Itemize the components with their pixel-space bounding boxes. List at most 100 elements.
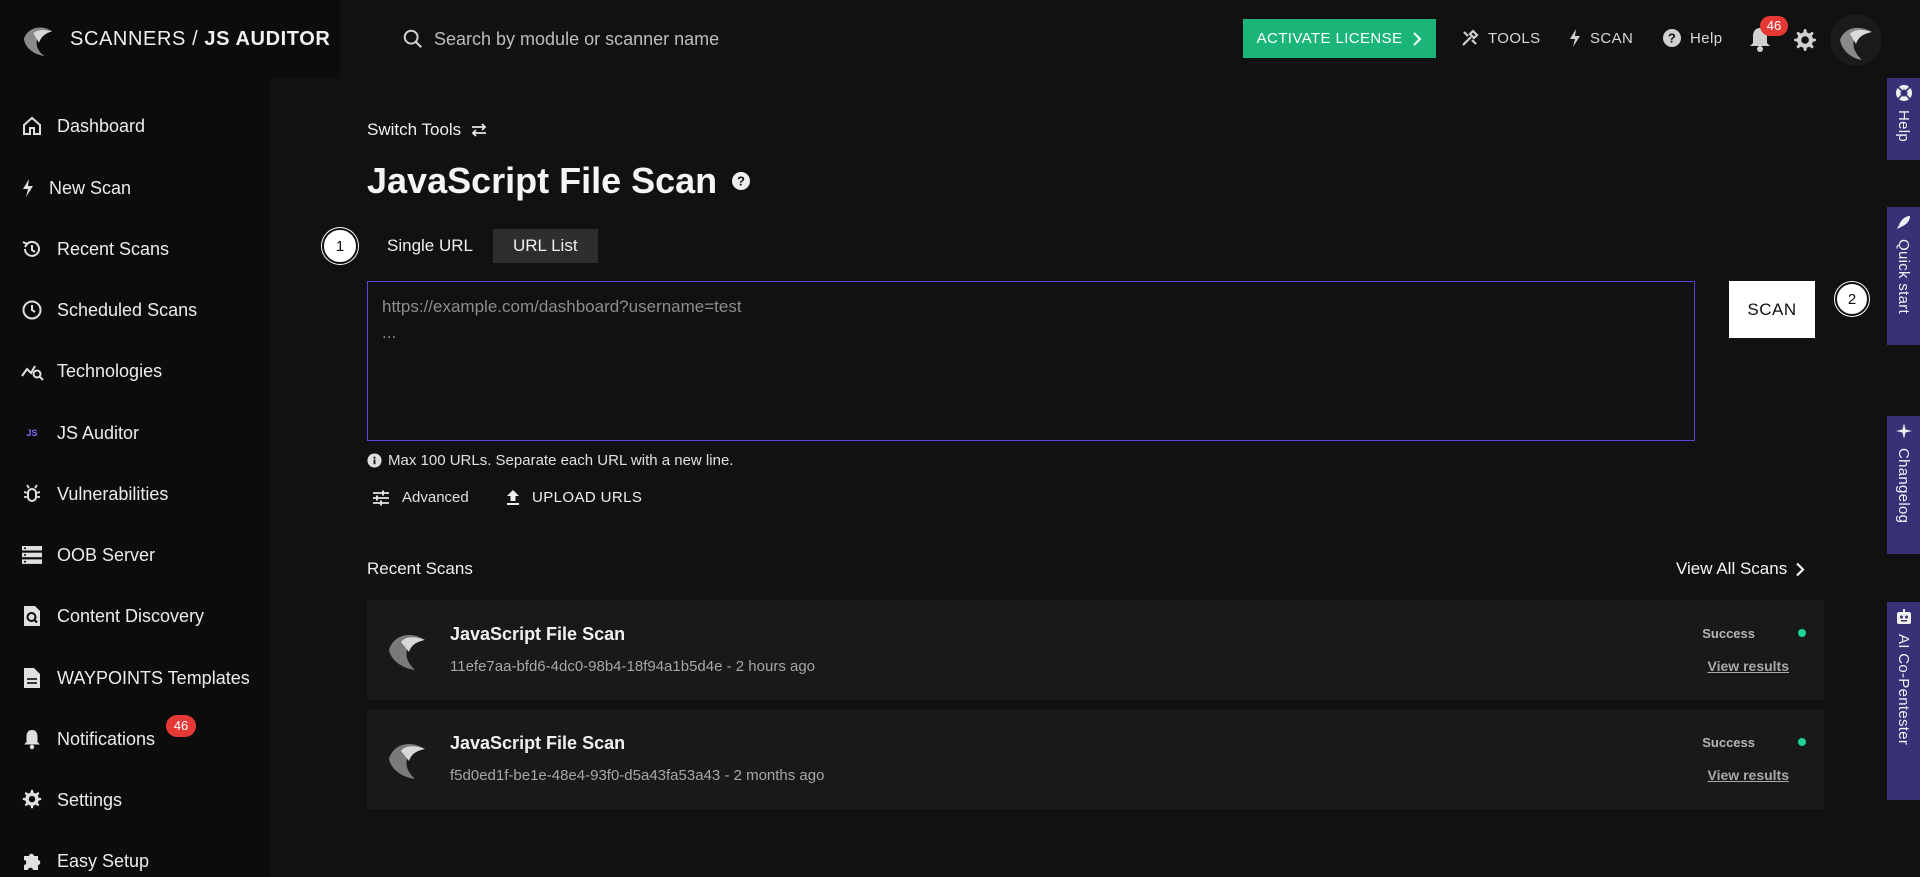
rail-changelog[interactable]: Changelog [1887, 416, 1920, 554]
sidebar-item-label: Scheduled Scans [57, 299, 198, 320]
clock-icon [20, 298, 44, 322]
view-all-scans-link[interactable]: View All Scans [1676, 559, 1805, 579]
history-icon [20, 237, 44, 261]
scan-menu[interactable]: SCAN [1568, 26, 1633, 50]
bird-avatar-icon [1840, 27, 1872, 60]
upload-urls-button[interactable]: UPLOAD URLS [506, 489, 642, 506]
bolt-icon [1570, 29, 1580, 47]
bird-logo-icon[interactable] [20, 20, 58, 58]
tools-icon [1462, 29, 1479, 46]
sidebar-item-js-auditor[interactable]: JS JS Auditor [0, 411, 270, 455]
sidebar-item-label: OOB Server [57, 544, 156, 565]
notification-count-badge: 46 [1760, 16, 1788, 36]
breadcrumb: SCANNERS / JS AUDITOR [70, 28, 330, 51]
sidebar-item-new-scan[interactable]: New Scan [0, 166, 270, 210]
server-icon [20, 543, 44, 567]
sidebar-item-label: Vulnerabilities [57, 483, 169, 504]
sidebar-item-easy-setup[interactable]: Easy Setup [0, 839, 270, 877]
scan-status: Success [1702, 626, 1755, 641]
rocket-icon [1896, 216, 1910, 229]
recent-scan-row[interactable]: JavaScript File Scan 11efe7aa-bfd6-4dc0-… [367, 600, 1824, 700]
chevron-right-icon [1413, 31, 1422, 46]
scan-id-time: 11efe7aa-bfd6-4dc0-98b4-18f94a1b5d4e - 2… [450, 658, 816, 675]
doc-search-icon [20, 604, 44, 628]
tools-menu[interactable]: TOOLS [1460, 26, 1541, 50]
status-dot [1798, 629, 1806, 637]
sidebar-item-notifications[interactable]: Notifications 46 [0, 715, 270, 761]
advanced-options-button[interactable]: Advanced [372, 489, 469, 506]
tab-single-url[interactable]: Single URL [367, 229, 493, 263]
chevron-right-icon [1796, 562, 1805, 576]
breadcrumb-root[interactable]: SCANNERS / [70, 28, 198, 50]
scan-title: JavaScript File Scan [450, 733, 626, 753]
view-results-link[interactable]: View results [1708, 658, 1789, 674]
sidebar-item-oob-server[interactable]: OOB Server [0, 533, 270, 577]
bolt-icon [20, 176, 36, 200]
sidebar-item-label: Content Discovery [57, 605, 205, 626]
sparkle-icon [1895, 423, 1912, 439]
activate-license-label: ACTIVATE LICENSE [1256, 30, 1403, 47]
url-list-textarea[interactable] [367, 281, 1695, 441]
view-results-link[interactable]: View results [1708, 767, 1789, 783]
sidebar-item-label: JS Auditor [57, 422, 140, 443]
sidebar-item-label: WAYPOINTS Templates [57, 667, 250, 688]
step-marker-2: 2 [1835, 282, 1869, 316]
sidebar-item-dashboard[interactable]: Dashboard [0, 104, 270, 148]
robot-icon [1896, 609, 1911, 624]
help-circle-icon: ? [1663, 29, 1681, 47]
hint-text: Max 100 URLs. Separate each URL with a n… [388, 452, 734, 469]
sidebar-item-content-discovery[interactable]: Content Discovery [0, 594, 270, 638]
upload-label: UPLOAD URLS [532, 489, 643, 506]
url-hint: Max 100 URLs. Separate each URL with a n… [367, 452, 733, 469]
puzzle-icon [20, 849, 44, 873]
sidebar-item-scheduled-scans[interactable]: Scheduled Scans [0, 288, 270, 332]
top-bar: SCANNERS / JS AUDITOR ACTIVATE LICENSE T… [0, 0, 1887, 78]
bird-logo-icon [389, 635, 425, 670]
sidebar-item-label: Dashboard [57, 115, 146, 136]
scan-status: Success [1702, 735, 1755, 750]
upload-icon [507, 490, 519, 505]
tab-url-list[interactable]: URL List [493, 229, 598, 263]
bird-logo-icon [389, 744, 425, 779]
brand: SCANNERS / JS AUDITOR [0, 0, 340, 78]
rail-help[interactable]: Help [1887, 78, 1920, 160]
recent-scan-row[interactable]: JavaScript File Scan f5d0ed1f-be1e-48e4-… [367, 709, 1824, 809]
sidebar-item-settings[interactable]: Settings [0, 778, 270, 822]
sidebar-item-vulnerabilities[interactable]: Vulnerabilities [0, 472, 270, 516]
help-menu[interactable]: ? Help [1662, 26, 1722, 50]
help-label: Help [1690, 29, 1723, 47]
sidebar-item-recent-scans[interactable]: Recent Scans [0, 227, 270, 271]
sidebar-item-label: Recent Scans [57, 238, 170, 259]
scan-button[interactable]: SCAN [1729, 281, 1815, 338]
search-icon [403, 29, 423, 49]
activate-license-button[interactable]: ACTIVATE LICENSE [1243, 19, 1436, 58]
js-icon: JS [26, 428, 38, 438]
notification-count-badge: 46 [166, 715, 196, 737]
sidebar-item-label: Technologies [57, 360, 163, 381]
search-input[interactable] [434, 28, 874, 50]
switch-tools-button[interactable]: Switch Tools [367, 120, 487, 140]
settings-gear-icon[interactable] [1791, 27, 1817, 53]
tech-search-icon [20, 359, 44, 383]
sidebar: Dashboard New Scan Recent Scans Schedule… [0, 78, 270, 877]
recent-scans-title: Recent Scans [367, 559, 473, 578]
rail-quick-start[interactable]: Quick start [1887, 207, 1920, 345]
rail-ai-co-pentester[interactable]: AI Co-Pentester [1887, 602, 1920, 800]
sidebar-item-label: Easy Setup [57, 850, 150, 871]
step-marker-1: 1 [322, 228, 358, 264]
scan-label: SCAN [1590, 29, 1634, 47]
gear-icon [20, 788, 44, 812]
sidebar-item-label: Settings [57, 789, 123, 810]
lifebuoy-icon [1895, 85, 1912, 101]
user-avatar[interactable] [1830, 14, 1882, 66]
sidebar-item-technologies[interactable]: Technologies [0, 349, 270, 393]
help-circle-icon[interactable]: ? [731, 171, 751, 191]
status-dot [1798, 738, 1806, 746]
sidebar-item-waypoints-templates[interactable]: WAYPOINTS Templates [0, 656, 270, 700]
breadcrumb-current: JS AUDITOR [204, 27, 331, 50]
scan-title: JavaScript File Scan [450, 624, 626, 644]
info-icon [367, 453, 382, 468]
tools-label: TOOLS [1488, 29, 1541, 47]
rail-help-label: Help [1895, 110, 1912, 143]
sliders-icon [373, 490, 389, 505]
